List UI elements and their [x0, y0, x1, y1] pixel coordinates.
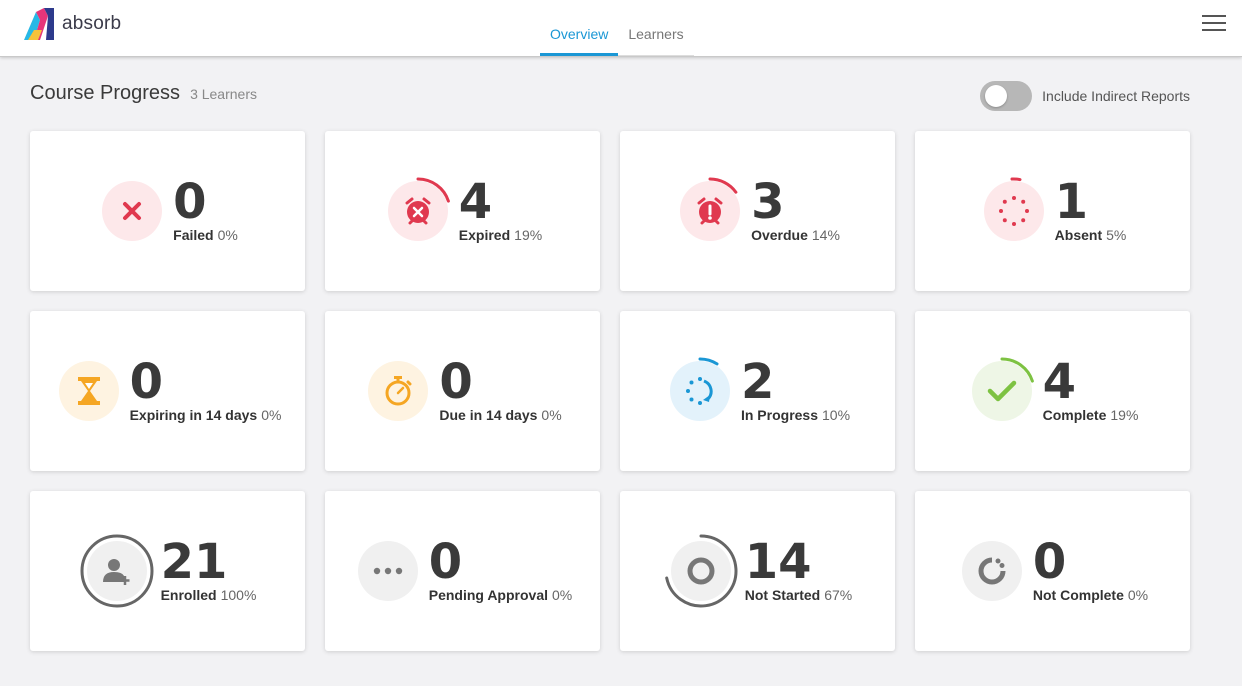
not-complete-icon-wrap [957, 536, 1027, 606]
stat-value: 0 [173, 174, 207, 230]
stat-label: Not Started [744, 587, 821, 603]
progress-arrow-icon [669, 361, 730, 421]
partial-circle-icon [961, 541, 1022, 601]
card-failed[interactable]: 0 Failed 0% [30, 131, 305, 291]
overdue-icon-wrap [675, 176, 745, 246]
stat-percent: 0% [541, 407, 562, 423]
ellipsis-icon [357, 541, 418, 601]
stat-label: Complete [1042, 407, 1107, 423]
hourglass-icon [58, 361, 119, 421]
stat-percent: 100% [220, 587, 257, 603]
indirect-reports-toggle-row: Include Indirect Reports [980, 81, 1190, 111]
failed-icon-wrap [97, 176, 167, 246]
stat-label: Absent [1054, 227, 1103, 243]
card-complete[interactable]: 4 Complete 19% [915, 311, 1190, 471]
stat-label: Enrolled [160, 587, 217, 603]
dotted-circle-icon [983, 181, 1044, 241]
stat-value: 0 [428, 534, 463, 590]
user-plus-icon [86, 541, 147, 601]
stat-percent: 5% [1106, 227, 1127, 243]
card-not-started[interactable]: 14 Not Started 67% [620, 491, 895, 651]
stopwatch-icon [368, 361, 429, 421]
toggle-knob [985, 85, 1008, 107]
indirect-reports-toggle[interactable] [980, 81, 1033, 111]
stat-value: 2 [740, 354, 775, 410]
card-due-14-days[interactable]: 0 Due in 14 days 0% [325, 311, 600, 471]
card-enrolled[interactable]: 21 Enrolled 100% [30, 491, 305, 651]
stat-percent: 67% [824, 587, 853, 603]
stat-label: Expired [458, 227, 511, 243]
ring-icon [670, 541, 731, 601]
stat-percent: 0% [1127, 587, 1149, 603]
in-progress-icon-wrap [665, 356, 735, 426]
alarm-clock-exclamation-icon [680, 181, 741, 241]
card-expiring-14-days[interactable]: 0 Expiring in 14 days 0% [30, 311, 305, 471]
not-started-icon-wrap [663, 533, 739, 609]
stat-percent: 19% [514, 227, 543, 243]
expiring-icon-wrap [54, 356, 124, 426]
stat-value: 4 [1042, 354, 1076, 410]
stat-percent: 10% [822, 407, 851, 423]
expired-icon-wrap [383, 176, 453, 246]
card-pending-approval[interactable]: 0 Pending Approval 0% [325, 491, 600, 651]
absorb-logo[interactable]: absorb [24, 8, 121, 40]
hamburger-menu-icon[interactable] [1202, 15, 1226, 35]
stat-value: 0 [1032, 534, 1067, 590]
stat-value: 21 [160, 534, 228, 590]
stat-percent: 19% [1110, 407, 1139, 423]
stat-value: 0 [129, 354, 163, 410]
top-bar: absorb Overview Learners [0, 0, 1242, 57]
stat-label: Pending Approval [428, 587, 549, 603]
logo-text: absorb [62, 13, 122, 34]
stat-label: Overdue [751, 227, 808, 243]
absent-icon-wrap [979, 176, 1049, 246]
card-overdue[interactable]: 3 Overdue 14% [620, 131, 895, 291]
stat-value: 14 [744, 534, 812, 590]
learner-count: 3 Learners [190, 86, 257, 102]
stat-percent: 14% [811, 227, 840, 243]
stat-value: 4 [458, 174, 493, 230]
title-row: Course Progress 3 Learners [30, 82, 257, 105]
stat-percent: 0% [552, 587, 573, 603]
pending-icon-wrap [353, 536, 423, 606]
stat-label: In Progress [740, 407, 818, 423]
absorb-logo-mark-icon [24, 8, 54, 40]
tab-bar: Overview Learners [540, 0, 694, 56]
stat-percent: 0% [261, 407, 282, 423]
stat-value: 3 [751, 174, 785, 230]
enrolled-icon-wrap [79, 533, 155, 609]
stat-percent: 0% [217, 227, 238, 243]
complete-icon-wrap [967, 356, 1037, 426]
stat-value: 1 [1054, 174, 1089, 230]
page-title: Course Progress [30, 82, 181, 104]
card-expired[interactable]: 4 Expired 19% [325, 131, 600, 291]
card-not-complete[interactable]: 0 Not Complete 0% [915, 491, 1190, 651]
card-absent[interactable]: 1 Absent 5% [915, 131, 1190, 291]
x-icon [102, 181, 163, 241]
tab-learners[interactable]: Learners [618, 0, 694, 56]
stat-value: 0 [439, 354, 473, 410]
toggle-label: Include Indirect Reports [1042, 88, 1190, 104]
card-in-progress[interactable]: 2 In Progress 10% [620, 311, 895, 471]
checkmark-icon [971, 361, 1032, 421]
stat-label: Not Complete [1032, 587, 1124, 603]
tab-overview[interactable]: Overview [540, 0, 619, 56]
alarm-clock-x-icon [387, 181, 448, 241]
stat-label: Expiring in 14 days [129, 407, 258, 423]
due-icon-wrap [363, 356, 433, 426]
stat-label: Failed [173, 227, 214, 243]
stat-label: Due in 14 days [439, 407, 538, 423]
